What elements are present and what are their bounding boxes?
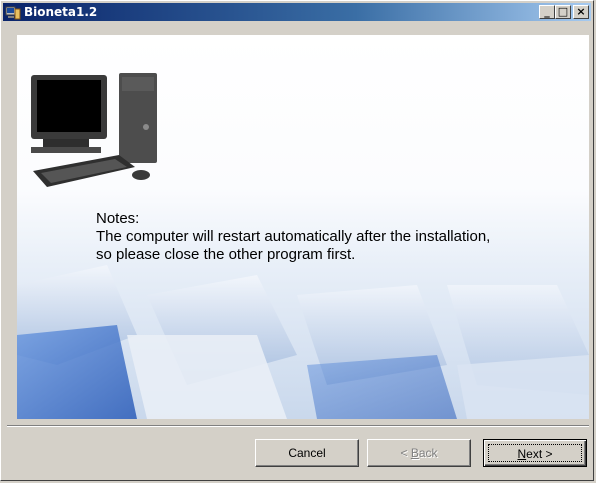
installer-window: Bioneta1.2 _ □ × Notes: The computer wil… <box>0 0 594 481</box>
installer-app-icon <box>5 6 21 20</box>
cancel-button[interactable]: Cancel <box>255 439 359 467</box>
notes-line-1: The computer will restart automatically … <box>96 228 491 245</box>
window-title: Bioneta1.2 <box>24 5 98 19</box>
welcome-banner-panel: Notes: The computer will restart automat… <box>17 35 589 419</box>
maximize-button[interactable]: □ <box>555 5 571 19</box>
maximize-icon: □ <box>557 5 569 18</box>
computer-illustration <box>31 73 157 187</box>
close-icon: × <box>576 5 586 18</box>
title-bar[interactable]: Bioneta1.2 _ □ × <box>3 3 591 21</box>
next-button[interactable]: Next > <box>483 439 587 467</box>
close-button[interactable]: × <box>573 5 589 19</box>
next-focus-rect: Next > <box>488 444 582 462</box>
notes-heading: Notes: <box>96 210 140 227</box>
minimize-button[interactable]: _ <box>539 5 555 19</box>
button-area-separator <box>7 425 589 427</box>
notes-line-2: so please close the other program first. <box>96 246 356 263</box>
back-button[interactable]: < Back <box>367 439 471 467</box>
minimize-icon: _ <box>544 5 550 18</box>
